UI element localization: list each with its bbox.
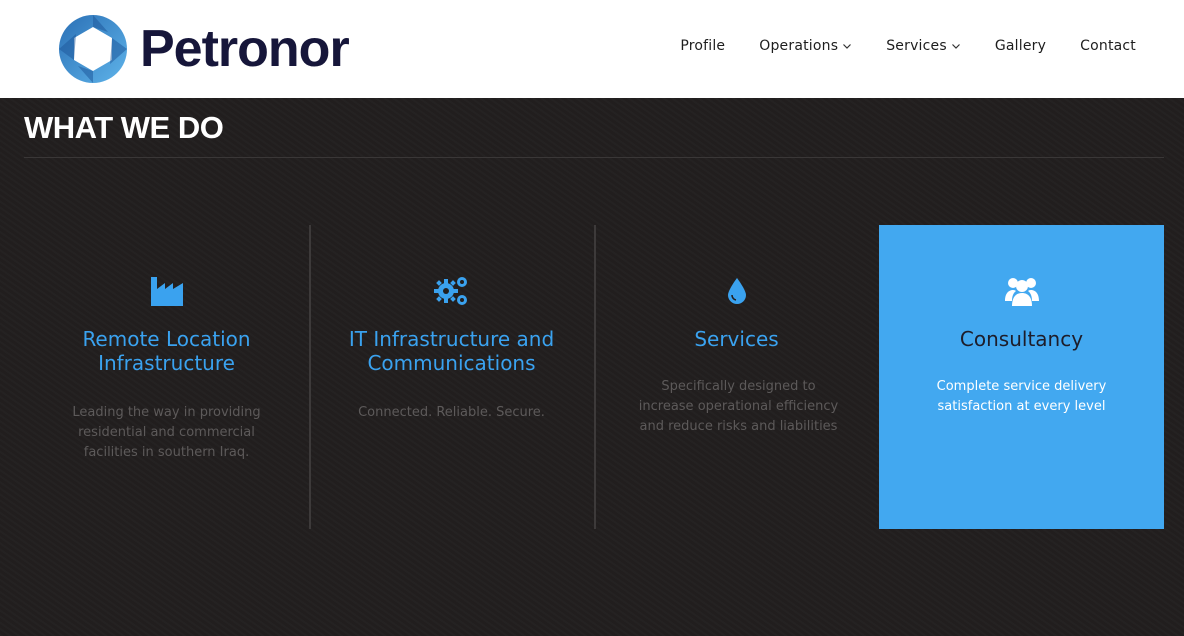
group-icon xyxy=(879,273,1164,309)
site-header: Petronor Profile Operations Services Gal… xyxy=(0,0,1184,98)
service-card-consultancy[interactable]: Consultancy Complete service delivery sa… xyxy=(879,225,1164,529)
main-nav: Profile Operations Services Gallery Cont… xyxy=(680,38,1136,54)
chevron-down-icon xyxy=(843,44,852,49)
section-title: WHAT WE DO xyxy=(24,110,224,145)
nav-services[interactable]: Services xyxy=(886,38,961,54)
petronor-logo-icon xyxy=(59,15,127,83)
service-card-services[interactable]: Services Specifically designed to increa… xyxy=(594,225,879,529)
chevron-down-icon xyxy=(951,44,960,49)
nav-profile[interactable]: Profile xyxy=(680,38,725,54)
nav-label: Profile xyxy=(680,38,726,54)
card-title: IT Infrastructure and Communications xyxy=(348,327,555,375)
service-card-remote-location[interactable]: Remote Location Infrastructure Leading t… xyxy=(24,225,309,529)
nav-gallery[interactable]: Gallery xyxy=(995,38,1046,54)
nav-label: Operations xyxy=(759,38,839,54)
card-title: Remote Location Infrastructure xyxy=(82,327,251,375)
factory-icon xyxy=(24,273,309,309)
gears-icon xyxy=(309,273,594,309)
nav-label: Services xyxy=(886,38,947,54)
drop-icon xyxy=(594,273,879,309)
brand-name: Petronor xyxy=(140,20,350,78)
card-description: Complete service delivery satisfaction a… xyxy=(936,379,1107,414)
nav-label: Gallery xyxy=(994,38,1047,54)
card-title: Services xyxy=(694,327,779,351)
card-title: Consultancy xyxy=(959,327,1084,351)
nav-contact[interactable]: Contact xyxy=(1080,38,1136,54)
site-logo[interactable]: Petronor xyxy=(58,14,350,84)
service-card-it-infrastructure[interactable]: IT Infrastructure and Communications Con… xyxy=(309,225,594,529)
card-description: Leading the way in providing residential… xyxy=(72,405,261,460)
card-description: Connected. Reliable. Secure. xyxy=(358,405,545,420)
what-we-do-section: WHAT WE DO Remote Location Infrastructur… xyxy=(0,98,1184,636)
card-description: Specifically designed to increase operat… xyxy=(638,379,839,434)
nav-label: Contact xyxy=(1080,38,1136,54)
nav-operations[interactable]: Operations xyxy=(759,38,852,54)
service-cards: Remote Location Infrastructure Leading t… xyxy=(24,225,1164,529)
section-divider xyxy=(24,157,1164,158)
